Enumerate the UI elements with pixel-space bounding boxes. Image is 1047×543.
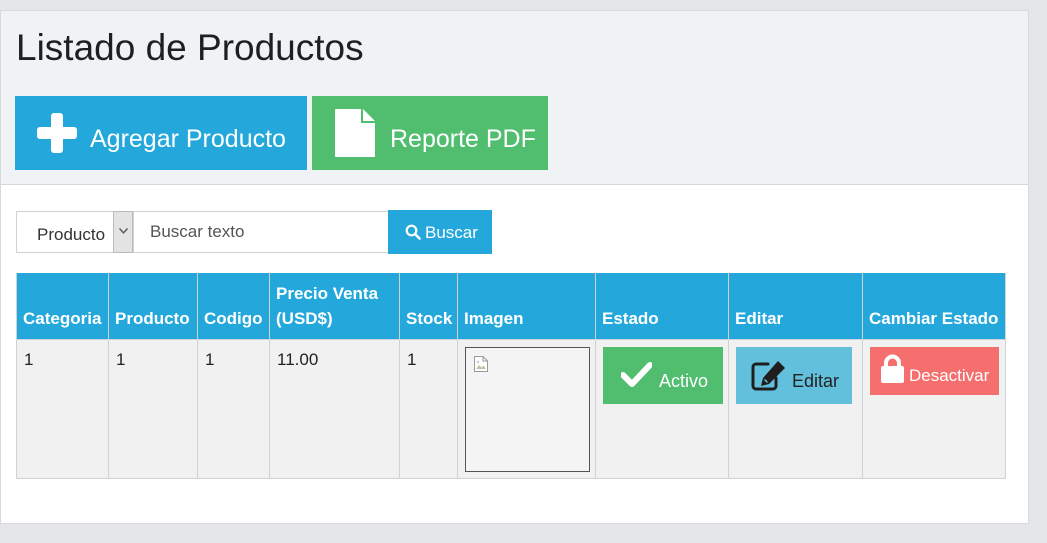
add-product-label: Agregar Producto — [90, 125, 286, 153]
column-header-precio: Precio Venta (USD$) — [269, 273, 400, 340]
cell-precio: 11.00 — [269, 338, 400, 479]
search-button-label: Buscar — [425, 223, 478, 242]
column-header-estado: Estado — [595, 273, 729, 340]
column-header-editar: Editar — [728, 273, 863, 340]
pdf-report-label: Reporte PDF — [390, 125, 536, 153]
search-filter-value: Producto — [37, 225, 106, 244]
search-button[interactable]: Buscar — [388, 210, 492, 254]
file-icon — [333, 107, 377, 166]
product-image — [465, 346, 590, 472]
lock-icon — [880, 354, 905, 389]
cell-editar: Editar — [728, 338, 863, 479]
check-icon — [620, 361, 653, 392]
page-title: Listado de Productos — [16, 27, 364, 68]
edit-icon — [750, 359, 788, 396]
cell-imagen — [457, 338, 596, 479]
edit-button[interactable]: Editar — [736, 346, 852, 404]
broken-image-icon — [474, 355, 488, 372]
column-header-categoria: Categoria — [16, 273, 109, 340]
status-active-label: Activo — [659, 370, 709, 391]
deactivate-button[interactable]: Desactivar — [870, 346, 999, 395]
column-header-cambiar-estado: Cambiar Estado — [862, 273, 1006, 340]
cell-producto: 1 — [108, 338, 198, 479]
cell-codigo: 1 — [197, 338, 270, 479]
cell-categoria: 1 — [16, 338, 109, 479]
content-panel: Listado de Productos Agregar Producto Re… — [0, 10, 1029, 524]
column-header-producto: Producto — [108, 273, 198, 340]
products-table: Categoria Producto Codigo Precio Venta (… — [16, 273, 1006, 479]
search-filter-select[interactable]: Producto — [16, 211, 134, 253]
table-row: 1 1 1 11.00 1 Activo Editar Desactivar — [16, 338, 1006, 479]
deactivate-label: Desactivar — [909, 365, 990, 385]
column-header-codigo: Codigo — [197, 273, 270, 340]
edit-label: Editar — [792, 370, 840, 391]
plus-icon — [37, 113, 77, 160]
pdf-report-button[interactable]: Reporte PDF — [312, 96, 548, 170]
panel-header: Listado de Productos Agregar Producto Re… — [1, 11, 1028, 185]
column-header-imagen: Imagen — [457, 273, 596, 340]
cell-cambiar-estado: Desactivar — [862, 338, 1006, 479]
cell-stock: 1 — [399, 338, 458, 479]
search-input[interactable] — [134, 211, 389, 253]
table-header-row: Categoria Producto Codigo Precio Venta (… — [16, 273, 1006, 340]
status-active-button[interactable]: Activo — [603, 346, 723, 404]
chevron-down-icon[interactable] — [113, 211, 133, 253]
cell-estado: Activo — [595, 338, 729, 479]
search-icon — [405, 224, 421, 240]
add-product-button[interactable]: Agregar Producto — [15, 96, 307, 170]
column-header-stock: Stock — [399, 273, 458, 340]
